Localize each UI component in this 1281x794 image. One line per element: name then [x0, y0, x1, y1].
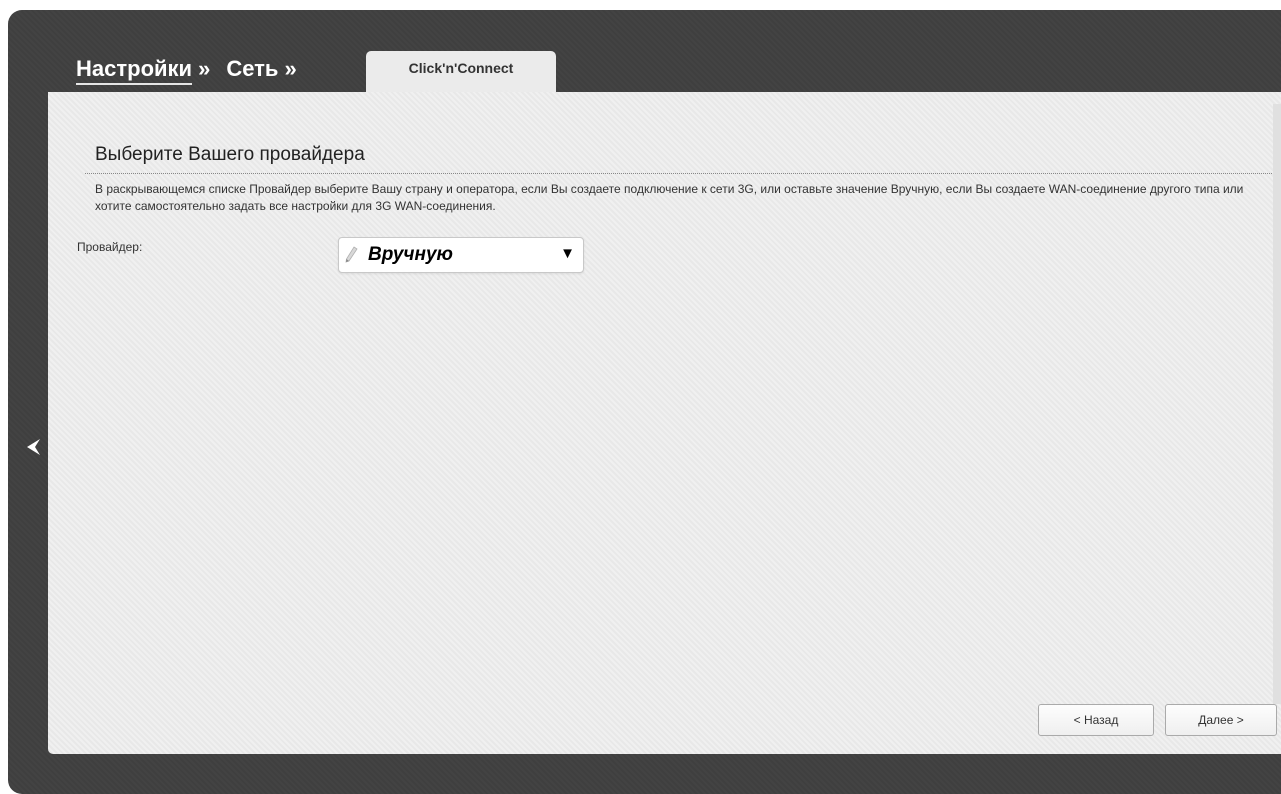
- pencil-icon: [345, 246, 358, 263]
- chevron-left-icon[interactable]: [24, 437, 42, 457]
- chevron-down-icon: ▼: [560, 245, 575, 262]
- provider-select[interactable]: Вручную ▼: [338, 237, 584, 273]
- provider-select-value: Вручную: [368, 244, 453, 265]
- next-button[interactable]: Далее >: [1165, 704, 1277, 736]
- breadcrumb-separator: »: [284, 56, 297, 81]
- section-title: Выберите Вашего провайдера: [95, 144, 365, 165]
- breadcrumb-settings[interactable]: Настройки: [76, 56, 193, 85]
- section-divider: [85, 173, 1272, 174]
- content-panel: Выберите Вашего провайдера В раскрывающе…: [48, 92, 1281, 754]
- breadcrumb: Настройки » Сеть »: [76, 56, 313, 85]
- tab-click-n-connect[interactable]: Click'n'Connect: [366, 51, 556, 93]
- back-button[interactable]: < Назад: [1038, 704, 1154, 736]
- breadcrumb-network[interactable]: Сеть: [226, 56, 278, 82]
- breadcrumb-separator: »: [198, 56, 211, 81]
- provider-label: Провайдер:: [77, 240, 143, 254]
- section-description: В раскрывающемся списке Провайдер выбери…: [95, 182, 1244, 213]
